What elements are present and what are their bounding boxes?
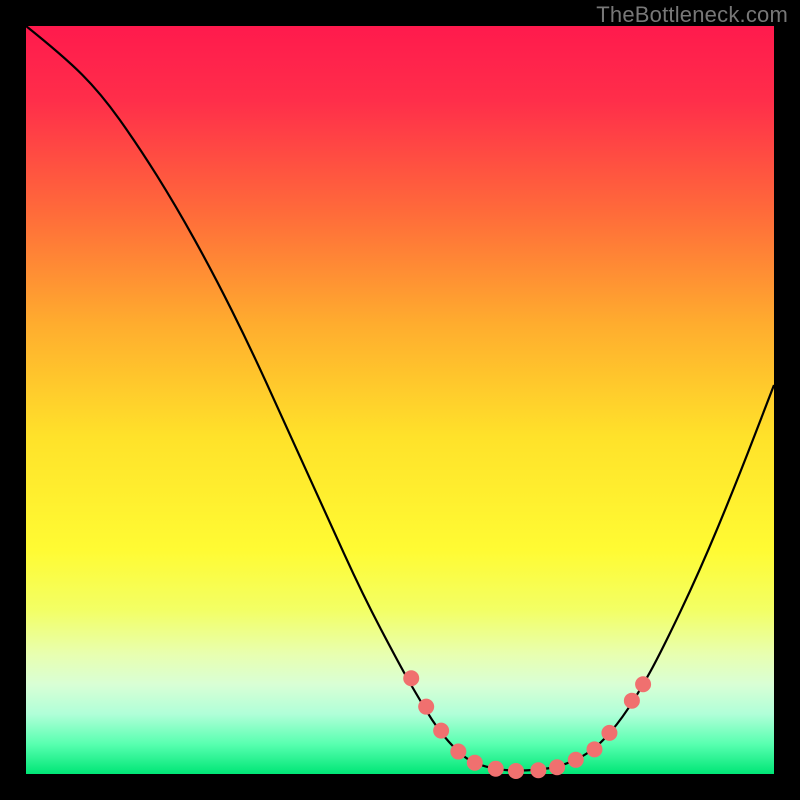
plot-background [26, 26, 774, 774]
ideal-zone-dot [601, 725, 617, 741]
watermark-text: TheBottleneck.com [596, 2, 788, 28]
ideal-zone-dot [433, 723, 449, 739]
ideal-zone-dot [549, 759, 565, 775]
ideal-zone-dot [624, 693, 640, 709]
ideal-zone-dot [488, 761, 504, 777]
bottleneck-chart [0, 0, 800, 800]
ideal-zone-dot [467, 755, 483, 771]
ideal-zone-dot [508, 763, 524, 779]
ideal-zone-dot [635, 676, 651, 692]
ideal-zone-dot [450, 744, 466, 760]
chart-container: TheBottleneck.com [0, 0, 800, 800]
ideal-zone-dot [418, 699, 434, 715]
ideal-zone-dot [530, 762, 546, 778]
ideal-zone-dot [403, 670, 419, 686]
ideal-zone-dot [586, 741, 602, 757]
ideal-zone-dot [568, 752, 584, 768]
